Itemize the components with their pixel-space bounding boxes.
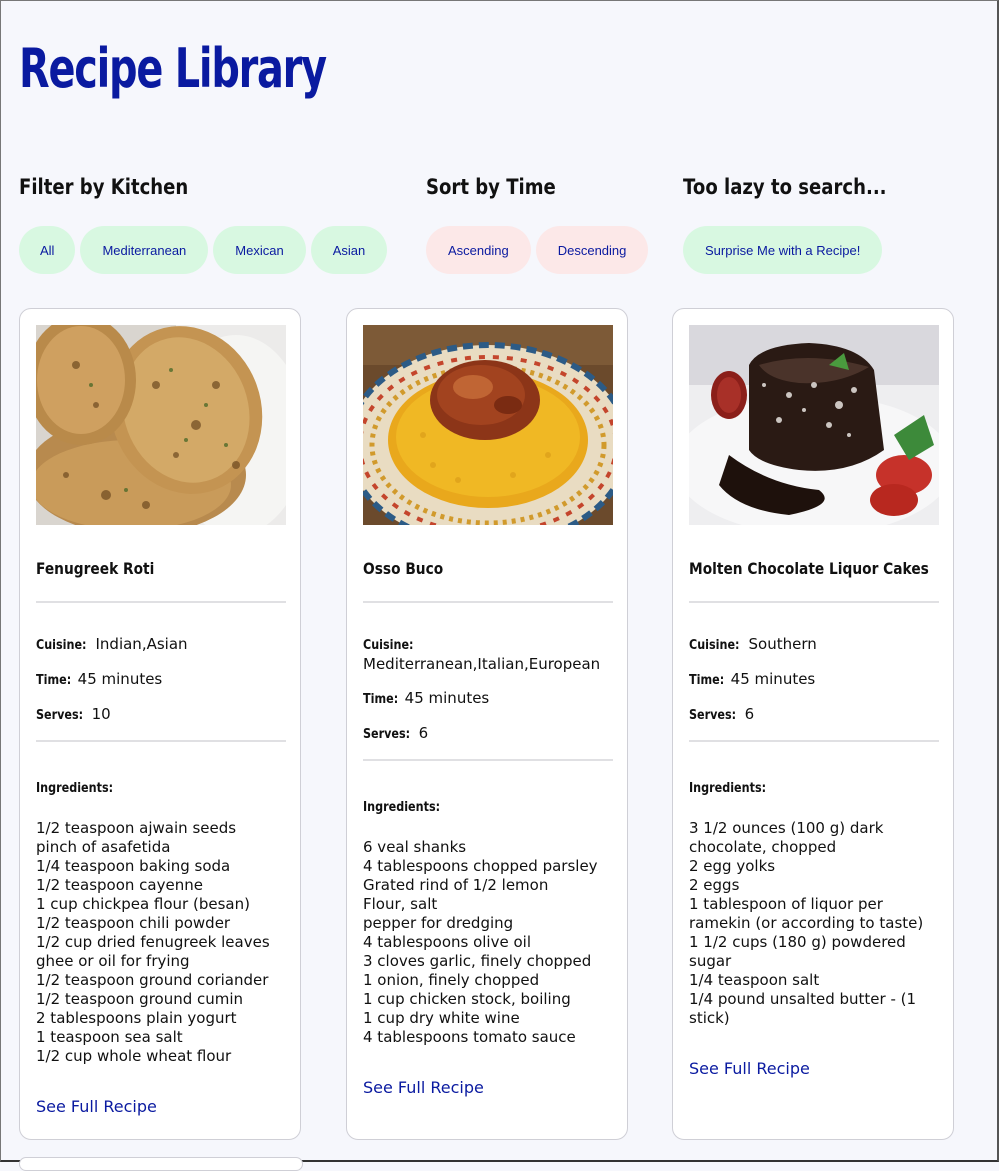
ingredient-item: Flour, salt: [363, 895, 438, 913]
sort-group: Sort by Time Ascending Descending: [426, 175, 649, 274]
ingredient-item: 1/4 teaspoon baking soda: [36, 857, 231, 875]
see-full-recipe-link[interactable]: See Full Recipe: [36, 1097, 157, 1116]
time-label: Time:: [363, 692, 399, 707]
serves-label: Serves:: [689, 708, 737, 723]
ingredient-item: 1/2 cup whole wheat flour: [36, 1047, 232, 1065]
ingredients-heading: Ingredients:: [689, 781, 767, 796]
ingredient-item: 1/2 teaspoon cayenne: [36, 876, 203, 894]
ingredients-list: 3 1/2 ounces (100 g) dark chocolate, cho…: [689, 819, 939, 1028]
serves-value: 10: [91, 705, 111, 723]
divider: [363, 601, 613, 603]
filter-group: Filter by Kitchen All Mediterranean Mexi…: [19, 175, 388, 274]
flatbread-photo: [36, 325, 286, 525]
divider: [363, 759, 613, 761]
cuisine-field: Cuisine: Indian,Asian: [36, 635, 291, 655]
ingredient-item: 1/2 teaspoon ground cumin: [36, 990, 244, 1008]
serves-field: Serves: 6: [689, 705, 944, 725]
recipe-title: Osso Buco: [363, 559, 444, 578]
controls-bar: Filter by Kitchen All Mediterranean Mexi…: [1, 175, 997, 285]
recipe-card-partial: [19, 1157, 303, 1171]
ingredient-item: pinch of asafetida: [36, 838, 171, 856]
see-full-recipe-link[interactable]: See Full Recipe: [689, 1059, 810, 1078]
ingredient-item: 1/4 teaspoon salt: [689, 971, 820, 989]
ingredient-item: 6 veal shanks: [363, 838, 467, 856]
serves-field: Serves: 6: [363, 724, 618, 744]
filter-asian-button[interactable]: Asian: [310, 226, 388, 274]
filter-mexican-button[interactable]: Mexican: [213, 226, 306, 274]
ingredients-heading: Ingredients:: [363, 800, 441, 815]
serves-value: 6: [744, 705, 755, 723]
ingredient-item: 1/2 teaspoon chili powder: [36, 914, 231, 932]
see-full-recipe-link[interactable]: See Full Recipe: [363, 1078, 484, 1097]
time-field: Time: 45 minutes: [363, 689, 618, 709]
cuisine-field: Cuisine: Southern: [689, 635, 944, 655]
ingredients-list: 1/2 teaspoon ajwain seeds pinch of asafe…: [36, 819, 286, 1066]
ingredient-item: 3 1/2 ounces (100 g) dark chocolate, cho…: [689, 819, 884, 856]
random-group: Too lazy to search... Surprise Me with a…: [683, 175, 920, 274]
ingredient-item: 1/2 teaspoon ground coriander: [36, 971, 269, 989]
ingredient-item: 1 1/2 cups (180 g) powdered sugar: [689, 933, 906, 970]
ingredient-item: 1/2 teaspoon ajwain seeds: [36, 819, 237, 837]
serves-value: 6: [418, 724, 429, 742]
random-heading: Too lazy to search...: [683, 175, 887, 199]
ingredient-item: pepper for dredging: [363, 914, 514, 932]
serves-field: Serves: 10: [36, 705, 291, 725]
time-value: 45 minutes: [730, 670, 816, 688]
filter-all-button[interactable]: All: [19, 226, 76, 274]
ingredient-item: 1/4 pound unsalted butter - (1 stick): [689, 990, 917, 1027]
filter-mediterranean-button[interactable]: Mediterranean: [80, 226, 209, 274]
sort-descending-button[interactable]: Descending: [535, 226, 649, 274]
recipe-title: Molten Chocolate Liquor Cakes: [689, 559, 929, 578]
time-field: Time: 45 minutes: [689, 670, 944, 690]
ingredient-item: Grated rind of 1/2 lemon: [363, 876, 549, 894]
chocolate-cake-photo: [689, 325, 939, 525]
divider: [689, 601, 939, 603]
ingredient-item: 3 cloves garlic, finely chopped: [363, 952, 592, 970]
ingredient-item: ghee or oil for frying: [36, 952, 190, 970]
ingredient-item: 2 eggs: [689, 876, 740, 894]
time-value: 45 minutes: [77, 670, 163, 688]
cuisine-label: Cuisine:: [689, 638, 740, 653]
ingredient-item: 1 onion, finely chopped: [363, 971, 540, 989]
divider: [36, 740, 286, 742]
serves-label: Serves:: [36, 708, 84, 723]
page-title: Recipe Library: [19, 37, 327, 100]
cuisine-value: Mediterranean,Italian,European: [363, 655, 601, 673]
ingredient-item: 1 cup dry white wine: [363, 1009, 520, 1027]
ingredient-item: 2 tablespoons plain yogurt: [36, 1009, 237, 1027]
ingredient-item: 2 egg yolks: [689, 857, 776, 875]
divider: [36, 601, 286, 603]
ingredient-item: 1 teaspoon sea salt: [36, 1028, 183, 1046]
ingredient-item: 1 tablespoon of liquor per ramekin (or a…: [689, 895, 924, 932]
divider: [689, 740, 939, 742]
serves-label: Serves:: [363, 727, 411, 742]
ingredient-item: 4 tablespoons olive oil: [363, 933, 531, 951]
cuisine-value: Indian,Asian: [95, 635, 188, 653]
surprise-me-button[interactable]: Surprise Me with a Recipe!: [683, 226, 883, 274]
time-field: Time: 45 minutes: [36, 670, 291, 690]
cuisine-label: Cuisine:: [363, 638, 414, 653]
sort-ascending-button[interactable]: Ascending: [426, 226, 531, 274]
ingredient-item: 1 cup chicken stock, boiling: [363, 990, 571, 1008]
sort-heading: Sort by Time: [426, 175, 556, 199]
recipe-title: Fenugreek Roti: [36, 559, 155, 578]
time-value: 45 minutes: [404, 689, 490, 707]
ingredients-heading: Ingredients:: [36, 781, 114, 796]
ingredients-list: 6 veal shanks 4 tablespoons chopped pars…: [363, 838, 613, 1047]
braised-veal-photo: [363, 325, 613, 525]
cuisine-value: Southern: [748, 635, 817, 653]
time-label: Time:: [36, 673, 72, 688]
cuisine-label: Cuisine:: [36, 638, 87, 653]
cuisine-field: Cuisine: Mediterranean,Italian,European: [363, 635, 618, 674]
ingredient-item: 1/2 cup dried fenugreek leaves: [36, 933, 270, 951]
recipe-card: Molten Chocolate Liquor Cakes Cuisine: S…: [672, 308, 954, 1140]
filter-heading: Filter by Kitchen: [19, 175, 189, 199]
time-label: Time:: [689, 673, 725, 688]
ingredient-item: 4 tablespoons tomato sauce: [363, 1028, 576, 1046]
ingredient-item: 1 cup chickpea flour (besan): [36, 895, 250, 913]
ingredient-item: 4 tablespoons chopped parsley: [363, 857, 598, 875]
recipe-card: Fenugreek Roti Cuisine: Indian,Asian Tim…: [19, 308, 301, 1140]
recipe-card: Osso Buco Cuisine: Mediterranean,Italian…: [346, 308, 628, 1140]
